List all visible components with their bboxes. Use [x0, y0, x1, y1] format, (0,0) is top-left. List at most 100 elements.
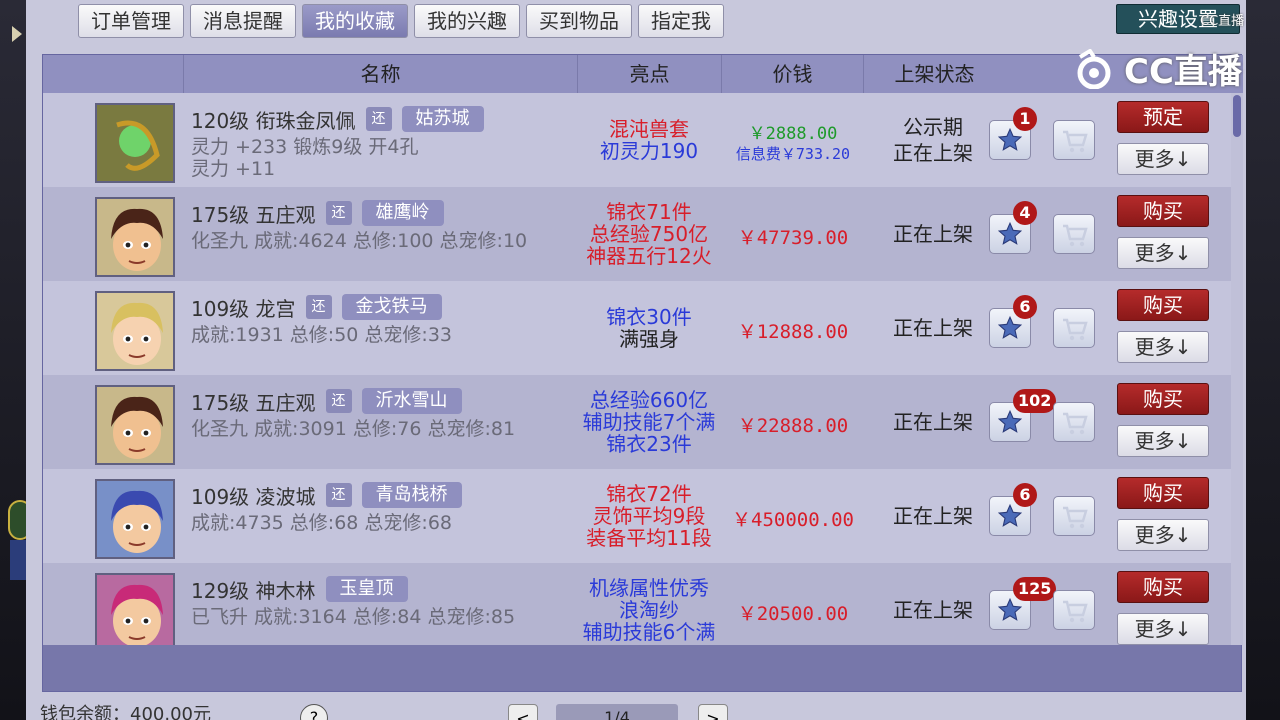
game-window-left-edge	[0, 0, 32, 720]
highlight-text: 满强身	[619, 327, 679, 351]
tab-1[interactable]: 消息提醒	[190, 4, 296, 38]
row-level-school: 120级 衔珠金凤佩	[191, 108, 356, 133]
highlight-text: 装备平均11段	[586, 526, 712, 550]
watermark-small-text: CC直播	[1200, 14, 1245, 29]
status-text: 正在上架	[893, 316, 973, 340]
add-to-cart-button[interactable]	[1053, 308, 1095, 348]
cc-live-watermark: CC直播	[1072, 44, 1242, 93]
row-level-school: 175级 五庄观	[191, 202, 316, 227]
character-avatar[interactable]	[95, 573, 175, 645]
row-stats: 灵力 +233 锻炼9级 开4孔	[191, 136, 419, 158]
wallet-balance: 钱包余额：400.00元	[40, 704, 211, 720]
buy-button[interactable]: 购买	[1117, 571, 1209, 603]
row-status: 公示期 正在上架	[863, 114, 1003, 166]
row-price: ￥450000.00	[732, 509, 854, 531]
header-price: 价钱	[721, 55, 863, 93]
table-header: 名称 亮点 价钱 上架状态	[43, 55, 1243, 93]
character-avatar[interactable]	[95, 291, 175, 371]
buy-button[interactable]: 购买	[1117, 195, 1209, 227]
table-row[interactable]: 175级 五庄观还雄鹰岭化圣九 成就:4624 总修:100 总宠修:10 锦衣7…	[43, 187, 1231, 281]
header-name: 名称	[183, 55, 577, 93]
row-stats: 化圣九 成就:4624 总修:100 总宠修:10	[191, 230, 528, 252]
header-avatar-column	[43, 55, 183, 93]
row-highlights: 总经验660亿 辅助技能7个满 锦衣23件	[577, 389, 721, 455]
server-badge: 姑苏城	[401, 106, 484, 132]
row-title-line: 109级 凌波城还青岛栈桥	[191, 481, 462, 509]
status-text: 正在上架	[893, 598, 973, 622]
scrollbar-thumb[interactable]	[1233, 95, 1241, 137]
more-button[interactable]: 更多↓	[1117, 425, 1209, 457]
table-row[interactable]: 109级 凌波城还青岛栈桥 成就:4735 总修:68 总宠修:68 锦衣72件 灵饰…	[43, 469, 1231, 563]
favorite-count-badge: 1	[1013, 107, 1037, 131]
server-badge: 雄鹰岭	[361, 200, 444, 226]
more-button[interactable]: 更多↓	[1117, 331, 1209, 363]
character-avatar[interactable]	[95, 385, 175, 465]
highlight-text: 锦衣72件	[606, 482, 692, 506]
row-highlights: 混沌兽套 初灵力190	[577, 118, 721, 162]
tab-4[interactable]: 买到物品	[526, 4, 632, 38]
table-row[interactable]: 129级 神木林 玉皇顶 已飞升 成就:3164 总修:84 总宠修:85 机缘属性优…	[43, 563, 1231, 645]
buy-button[interactable]: 购买	[1117, 383, 1209, 415]
table-row[interactable]: 120级 衔珠金凤佩还姑苏城 灵力 +233 锻炼9级 开4孔 灵力 +11 混沌兽套…	[43, 93, 1231, 187]
character-avatar[interactable]	[95, 479, 175, 559]
tab-3[interactable]: 我的兴趣	[414, 4, 520, 38]
highlight-text: 辅助技能6个满	[582, 620, 716, 644]
more-button[interactable]: 更多↓	[1117, 237, 1209, 269]
row-status: 正在上架	[863, 503, 1003, 529]
row-price: ￥47739.00	[737, 227, 849, 249]
add-to-cart-button[interactable]	[1053, 590, 1095, 630]
server-badge: 青岛栈桥	[361, 482, 462, 508]
server-badge: 金戈铁马	[341, 294, 442, 320]
status-text: 公示期	[903, 115, 963, 139]
favorite-count-badge: 6	[1013, 483, 1037, 507]
table-scrollbar[interactable]	[1231, 93, 1243, 645]
more-button[interactable]: 更多↓	[1117, 519, 1209, 551]
add-to-cart-button[interactable]	[1053, 120, 1095, 160]
highlight-text: 锦衣23件	[606, 432, 692, 456]
tab-5[interactable]: 指定我	[638, 4, 724, 38]
row-status: 正在上架	[863, 221, 1003, 247]
table-row[interactable]: 175级 五庄观还沂水雪山化圣九 成就:3091 总修:76 总宠修:81 总经验…	[43, 375, 1231, 469]
highlight-text: 浪淘纱	[619, 598, 679, 622]
highlight-text: 总经验750亿	[589, 222, 709, 246]
highlight-text: 神器五行12火	[586, 244, 712, 268]
row-title-line: 175级 五庄观还雄鹰岭	[191, 199, 444, 227]
buy-button[interactable]: 购买	[1117, 289, 1209, 321]
row-info-fee: 信息费￥733.20	[735, 145, 851, 163]
tab-0[interactable]: 订单管理	[78, 4, 184, 38]
row-status: 正在上架	[863, 315, 1003, 341]
favorite-count-badge: 4	[1013, 201, 1037, 225]
row-title-line: 109级 龙宫还金戈铁马	[191, 293, 442, 321]
table-body[interactable]: 120级 衔珠金凤佩还姑苏城 灵力 +233 锻炼9级 开4孔 灵力 +11 混沌兽套…	[43, 93, 1231, 645]
highlight-text: 辅助技能7个满	[582, 410, 716, 434]
tab-2[interactable]: 我的收藏	[302, 4, 408, 38]
bargain-badge: 还	[325, 389, 352, 413]
next-page-button[interactable]: >	[698, 704, 728, 720]
row-status: 正在上架	[863, 409, 1003, 435]
highlight-text: 锦衣71件	[606, 200, 692, 224]
status-text: 正在上架	[893, 410, 973, 434]
row-stats: 化圣九 成就:3091 总修:76 总宠修:81	[191, 418, 516, 440]
add-to-cart-button[interactable]	[1053, 214, 1095, 254]
character-avatar[interactable]	[95, 103, 175, 183]
table-row[interactable]: 109级 龙宫还金戈铁马 成就:1931 总修:50 总宠修:33 锦衣30件 满强身…	[43, 281, 1231, 375]
game-side-chip	[10, 540, 26, 580]
game-window-right-edge	[1244, 0, 1280, 720]
add-to-cart-button[interactable]	[1053, 402, 1095, 442]
header-status: 上架状态	[863, 55, 1005, 93]
expand-arrow-icon[interactable]	[12, 26, 22, 42]
reserve-button[interactable]: 预定	[1117, 101, 1209, 133]
bargain-badge: 还	[325, 201, 352, 225]
row-level-school: 109级 凌波城	[191, 484, 316, 509]
server-badge: 沂水雪山	[361, 388, 462, 414]
prev-page-button[interactable]: <	[508, 704, 538, 720]
row-title-line: 120级 衔珠金凤佩还姑苏城	[191, 105, 484, 133]
more-button[interactable]: 更多↓	[1117, 143, 1209, 175]
add-to-cart-button[interactable]	[1053, 496, 1095, 536]
row-level-school: 175级 五庄观	[191, 390, 316, 415]
bargain-badge: 还	[365, 107, 392, 131]
buy-button[interactable]: 购买	[1117, 477, 1209, 509]
character-avatar[interactable]	[95, 197, 175, 277]
more-button[interactable]: 更多↓	[1117, 613, 1209, 645]
row-title-line: 129级 神木林 玉皇顶	[191, 575, 408, 603]
